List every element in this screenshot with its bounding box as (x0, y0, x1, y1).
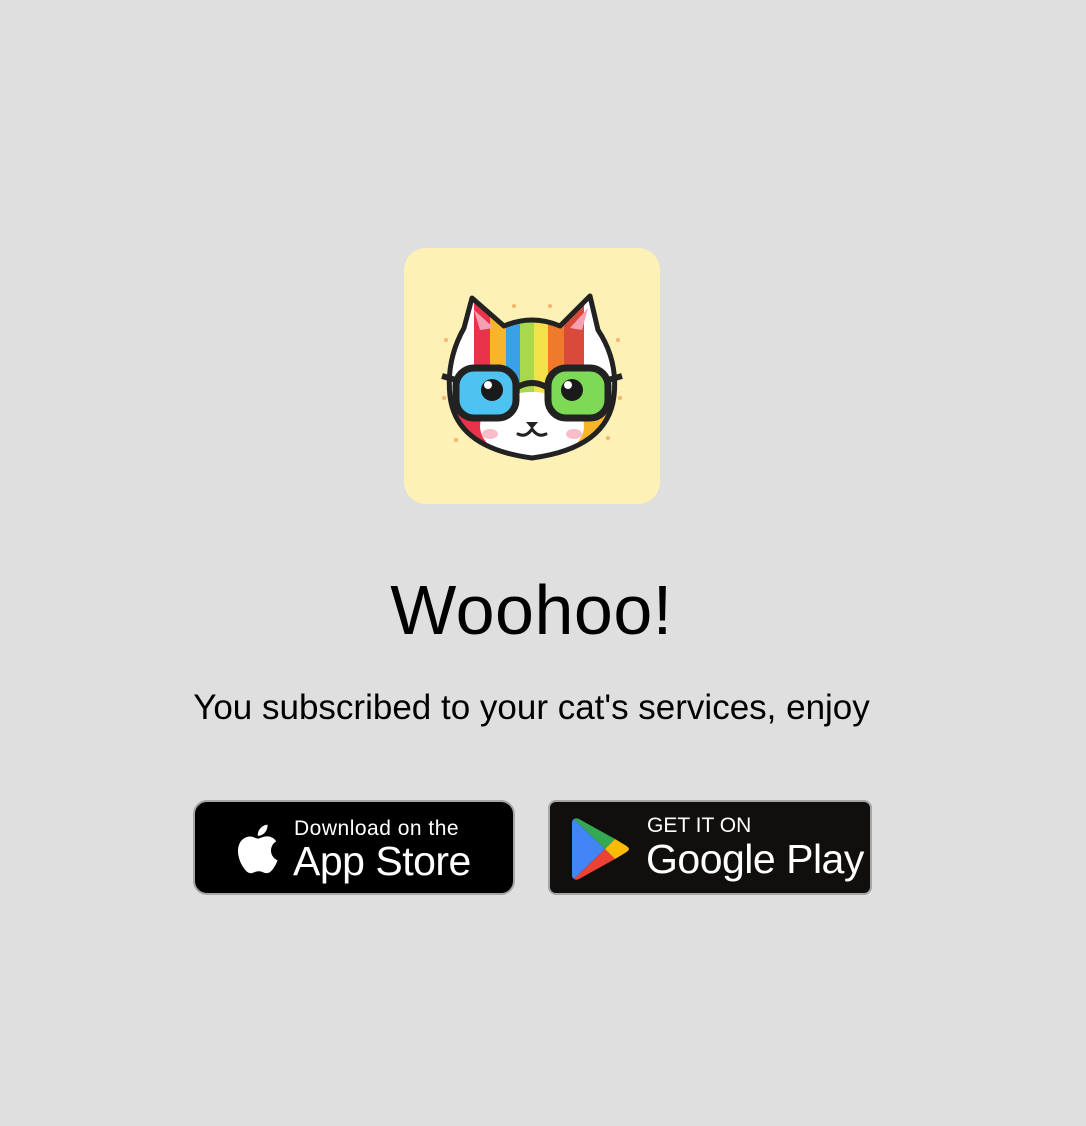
subscription-message: You subscribed to your cat's services, e… (193, 688, 870, 727)
google-play-badge-button[interactable]: GET IT ON Google Play (548, 800, 872, 895)
cat-with-glasses-icon (404, 248, 660, 504)
app-store-badge-button[interactable]: Download on the App Store (193, 800, 515, 895)
subscription-success-page: Woohoo! You subscribed to your cat's ser… (0, 0, 1086, 1126)
google-play-icon (571, 816, 631, 887)
google-play-small-label: GET IT ON (647, 814, 752, 837)
page-title: Woohoo! (390, 571, 673, 649)
apple-icon (233, 822, 279, 881)
google-play-big-label: Google Play (646, 836, 864, 882)
app-store-big-label: App Store (293, 838, 471, 884)
